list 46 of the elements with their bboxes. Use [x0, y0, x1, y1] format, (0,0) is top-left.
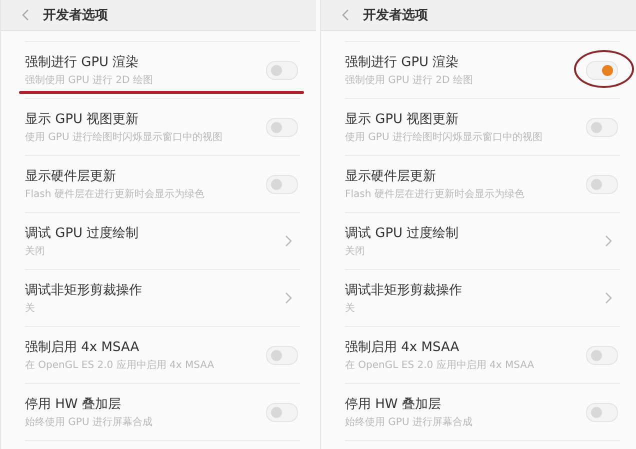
setting-title: 调试 GPU 过度绘制: [25, 225, 140, 242]
page-title: 开发者选项: [363, 7, 428, 24]
setting-description: 强制使用 GPU 进行 2D 绘图: [345, 74, 474, 87]
setting-title: 调试非矩形剪裁操作: [345, 282, 463, 299]
setting-description: 使用 GPU 进行绘图时闪烁显示窗口中的视图: [25, 130, 224, 144]
setting-title: 强制进行 GPU 渲染: [25, 54, 140, 71]
chevron-right-icon[interactable]: [285, 292, 292, 304]
setting-description: Flash 硬件层在进行更新时会显示为绿色: [345, 188, 526, 201]
setting-description: 关: [25, 302, 36, 315]
chevron-right-icon[interactable]: [605, 292, 612, 304]
toggle-switch[interactable]: [266, 174, 298, 194]
toggle-switch[interactable]: [266, 346, 298, 364]
setting-description: 在 OpenGL ES 2.0 应用中启用 4x MSAA: [25, 358, 216, 372]
setting-title: 停用 HW 叠加层: [345, 396, 442, 413]
back-icon[interactable]: [21, 9, 29, 21]
setting-description: Flash 硬件层在进行更新时会显示为绿色: [25, 188, 206, 201]
toggle-switch[interactable]: [586, 60, 618, 80]
setting-title: 强制进行 GPU 渲染: [345, 54, 460, 71]
setting-title: 强制启用 4x MSAA: [25, 339, 140, 356]
chevron-right-icon[interactable]: [605, 235, 612, 247]
toggle-switch[interactable]: [266, 402, 298, 422]
toggle-switch[interactable]: [586, 402, 618, 422]
setting-description: 始终使用 GPU 进行屏幕合成: [345, 416, 474, 429]
setting-description: 使用 GPU 进行绘图时闪烁显示窗口中的视图: [345, 130, 544, 144]
setting-description: 关闭: [345, 244, 366, 258]
setting-title: 显示硬件层更新: [345, 168, 437, 185]
page-title: 开发者选项: [43, 7, 108, 24]
setting-title: 显示硬件层更新: [25, 168, 117, 185]
setting-title: 停用 HW 叠加层: [25, 396, 122, 413]
setting-title: 调试 GPU 过度绘制: [345, 225, 460, 242]
setting-title: 调试非矩形剪裁操作: [25, 282, 143, 299]
toggle-switch[interactable]: [266, 60, 298, 80]
toggle-switch[interactable]: [266, 118, 298, 136]
chevron-right-icon[interactable]: [285, 235, 292, 247]
toggle-switch[interactable]: [586, 346, 618, 364]
setting-title: 显示 GPU 视图更新: [345, 111, 460, 128]
toggle-switch[interactable]: [586, 174, 618, 194]
setting-title: 显示 GPU 视图更新: [25, 111, 140, 128]
setting-description: 关闭: [25, 244, 46, 258]
setting-title: 强制启用 4x MSAA: [345, 339, 460, 356]
setting-description: 在 OpenGL ES 2.0 应用中启用 4x MSAA: [345, 358, 536, 372]
toggle-switch[interactable]: [586, 118, 618, 136]
setting-description: 关: [345, 302, 356, 315]
setting-description: 强制使用 GPU 进行 2D 绘图: [25, 74, 154, 87]
back-icon[interactable]: [341, 9, 349, 21]
setting-description: 始终使用 GPU 进行屏幕合成: [25, 416, 154, 429]
